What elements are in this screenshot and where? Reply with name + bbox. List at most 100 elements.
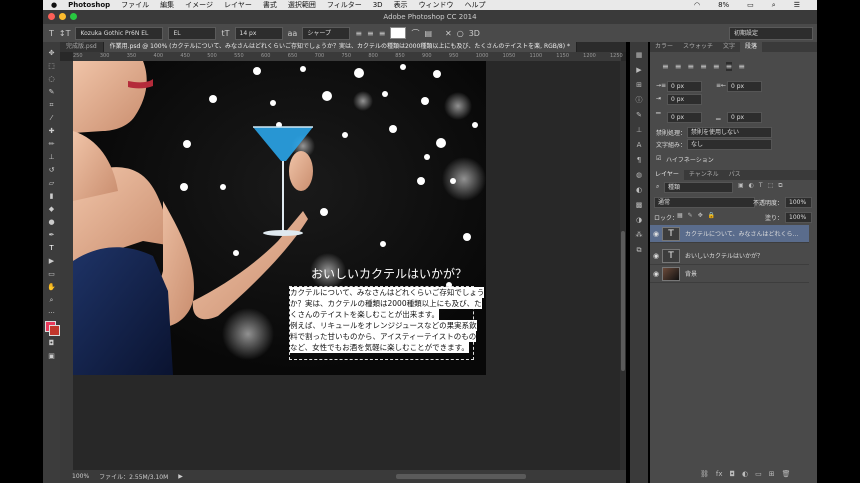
indent-left-field[interactable]: 0 px [667, 81, 702, 92]
minimize-window-button[interactable] [59, 13, 66, 20]
new-layer-icon[interactable]: ⊞ [769, 470, 775, 478]
layer-name[interactable]: 背景 [685, 269, 697, 278]
layer-name[interactable]: カクテルについて、みなさんはどれくら... [685, 229, 798, 238]
indent-right-field[interactable]: 0 px [727, 81, 762, 92]
delete-layer-icon[interactable]: 🗑 [782, 470, 791, 478]
history-panel-icon[interactable]: ▦ [634, 50, 645, 60]
quick-mask-icon[interactable]: ◘ [46, 338, 57, 348]
align-left-button[interactable]: ≡ [662, 62, 669, 71]
lock-image-icon[interactable]: ✎ [688, 212, 693, 219]
filter-type-icon[interactable]: T [759, 182, 763, 190]
wifi-icon[interactable]: ◠ [694, 1, 700, 10]
add-mask-icon[interactable]: ◘ [730, 470, 736, 478]
menu-type[interactable]: 書式 [263, 0, 277, 10]
quick-select-tool-icon[interactable]: ✎ [46, 87, 57, 97]
new-group-icon[interactable]: ▭ [755, 470, 762, 478]
heading-text-layer[interactable]: おいしいカクテルはいかが？ [311, 265, 467, 282]
status-arrow-icon[interactable]: ▶ [178, 473, 183, 480]
justify-all-button[interactable]: ≡ [738, 62, 745, 71]
zoom-level[interactable]: 100% [72, 473, 89, 480]
battery-label[interactable]: 8% [718, 1, 729, 10]
menu-view[interactable]: 表示 [394, 0, 408, 10]
filter-adjust-icon[interactable]: ◐ [749, 182, 754, 190]
tab-paragraph[interactable]: 段落 [740, 42, 763, 52]
clone-source-icon[interactable]: ⊥ [634, 125, 645, 135]
blur-tool-icon[interactable]: ◆ [46, 204, 57, 214]
cancel-edit-icon[interactable]: ✕ [445, 29, 452, 38]
layer-filter-select[interactable]: 種類 [664, 182, 733, 193]
background-color-swatch[interactable] [48, 325, 60, 336]
close-window-button[interactable] [48, 13, 55, 20]
lasso-tool-icon[interactable]: ◌ [46, 74, 57, 84]
layer-comps-icon[interactable]: ⧉ [634, 245, 645, 255]
tab-document-2[interactable]: 作業用.psd @ 100% (カクテルについて、みなさんはどれくらいご存知でし… [103, 42, 577, 52]
layer-visibility-icon[interactable]: ◉ [650, 230, 662, 238]
menu-file[interactable]: ファイル [121, 0, 149, 10]
move-tool-icon[interactable]: ✥ [46, 48, 57, 58]
pen-tool-icon[interactable]: ✒ [46, 230, 57, 240]
paragraph-panel-icon[interactable]: ¶ [634, 155, 645, 165]
layer-name[interactable]: おいしいカクテルはいかが？ [685, 251, 763, 260]
adjustments-panel-icon[interactable]: ◑ [634, 215, 645, 225]
hyphenation-checkbox[interactable]: ☑ [656, 155, 661, 162]
scroll-thumb[interactable] [621, 231, 625, 371]
align-left-icon[interactable]: ≡ [355, 29, 362, 38]
clone-stamp-tool-icon[interactable]: ⊥ [46, 152, 57, 162]
tab-color[interactable]: カラー [650, 42, 678, 52]
3d-icon[interactable]: 3D [469, 29, 480, 38]
layer-visibility-icon[interactable]: ◉ [650, 270, 662, 278]
layer-style-icon[interactable]: fx [716, 470, 723, 478]
tab-swatches[interactable]: スウォッチ [678, 42, 718, 52]
commit-edit-icon[interactable]: ○ [457, 29, 464, 38]
history-brush-tool-icon[interactable]: ↺ [46, 165, 57, 175]
first-line-indent-field[interactable]: 0 px [667, 94, 702, 105]
tab-character[interactable]: 文字 [718, 42, 740, 52]
lock-transparent-icon[interactable]: ▦ [677, 212, 683, 219]
more-tools-icon[interactable]: ··· [46, 308, 57, 318]
menu-window[interactable]: ウィンドウ [419, 0, 454, 10]
marquee-tool-icon[interactable]: ⬚ [46, 61, 57, 71]
menu-edit[interactable]: 編集 [160, 0, 174, 10]
workspace-select[interactable]: 初期設定 [729, 26, 813, 40]
tab-paths[interactable]: パス [724, 170, 746, 180]
text-orientation-icon[interactable]: ↕T [59, 29, 71, 38]
body-text-layer[interactable]: カクテルについて、みなさんはどれくらいご存知でしょう か？実は、カクテルの種類は… [290, 287, 485, 353]
spotlight-icon[interactable]: ⌕ [772, 1, 776, 10]
justify-last-center-button[interactable]: ≡ [713, 62, 720, 71]
layer-row[interactable]: ◉ T おいしいカクテルはいかが？ [650, 247, 809, 265]
document-canvas[interactable]: おいしいカクテルはいかが？ カクテルについて、みなさんはどれくらいご存知でしょう… [73, 61, 486, 375]
menu-help[interactable]: ヘルプ [465, 0, 486, 10]
layer-row[interactable]: ◉ T カクテルについて、みなさんはどれくら... [650, 225, 809, 243]
vertical-scrollbar[interactable] [620, 61, 626, 470]
link-layers-icon[interactable]: ⛓ [700, 470, 709, 478]
tab-channels[interactable]: チャンネル [684, 170, 724, 180]
font-size-select[interactable]: 14 px [234, 26, 283, 40]
mojikumi-select[interactable]: なし [687, 139, 772, 150]
menu-image[interactable]: イメージ [185, 0, 213, 10]
eraser-tool-icon[interactable]: ▱ [46, 178, 57, 188]
tab-layers[interactable]: レイヤー [650, 170, 684, 180]
horizontal-scrollbar[interactable] [396, 474, 526, 479]
brush-panel-icon[interactable]: ✎ [634, 110, 645, 120]
space-after-field[interactable]: 0 px [727, 112, 762, 123]
align-center-button[interactable]: ≡ [675, 62, 682, 71]
align-right-button[interactable]: ≡ [687, 62, 694, 71]
shape-tool-icon[interactable]: ▭ [46, 269, 57, 279]
character-panel-icon[interactable]: A [634, 140, 645, 150]
crop-tool-icon[interactable]: ⌗ [46, 100, 57, 110]
type-tool-icon[interactable]: T [46, 243, 57, 253]
justify-last-left-button[interactable]: ≡ [700, 62, 707, 71]
kinsoku-select[interactable]: 禁則を使用しない [687, 127, 772, 138]
blend-mode-select[interactable]: 通常 [654, 197, 755, 208]
panels-toggle-icon[interactable]: ▤ [424, 29, 432, 38]
app-menu[interactable]: Photoshop [68, 1, 110, 9]
styles-panel-icon[interactable]: ◐ [634, 185, 645, 195]
font-family-select[interactable]: Kozuka Gothic Pr6N EL [75, 26, 164, 40]
menu-layer[interactable]: レイヤー [224, 0, 252, 10]
antialias-select[interactable]: シャープ [302, 26, 351, 40]
healing-brush-tool-icon[interactable]: ✚ [46, 126, 57, 136]
menu-3d[interactable]: 3D [373, 1, 383, 9]
apple-icon[interactable]: ● [51, 1, 57, 9]
navigator-panel-icon[interactable]: ◍ [634, 170, 645, 180]
properties-panel-icon[interactable]: ⊞ [634, 80, 645, 90]
